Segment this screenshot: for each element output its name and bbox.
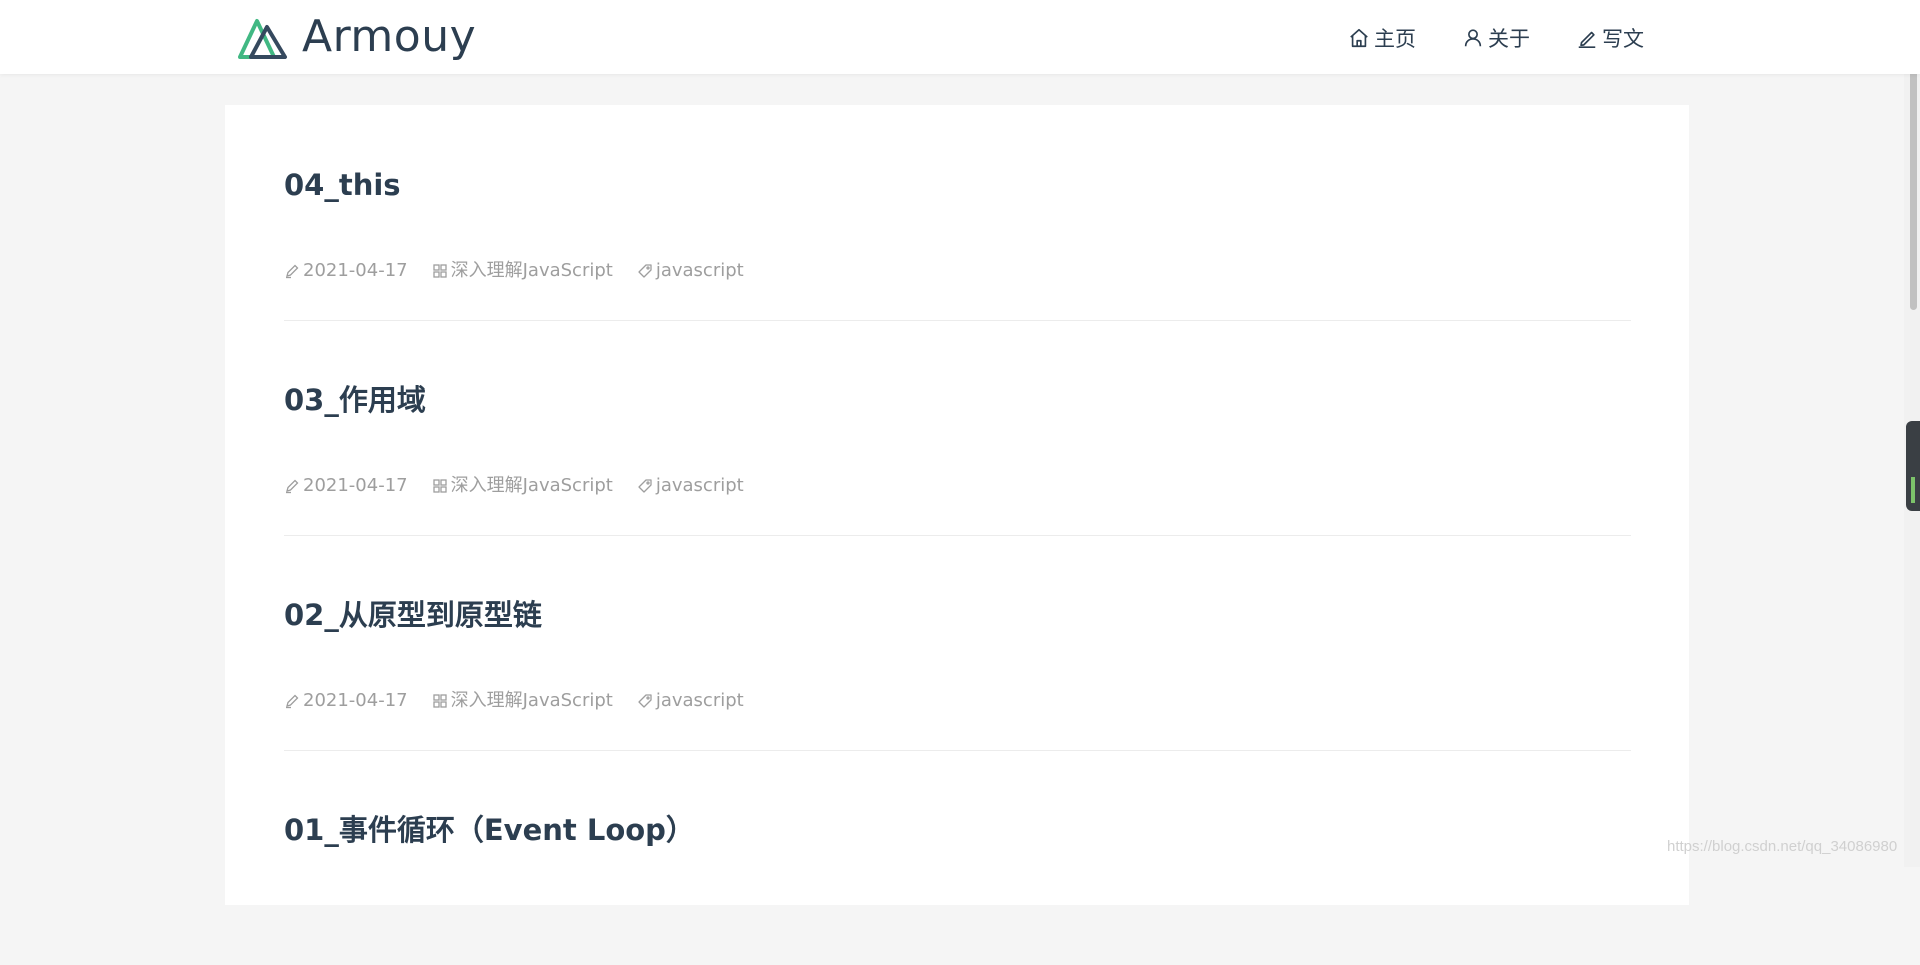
edit-icon bbox=[1578, 31, 1596, 48]
nav-about-label: 关于 bbox=[1488, 27, 1530, 51]
site-title: Armouy bbox=[302, 11, 477, 62]
post-tag[interactable]: javascript bbox=[637, 260, 744, 282]
pen-icon bbox=[286, 479, 299, 494]
post-meta: 2021-04-17 深入理解JavaScript javascript bbox=[284, 475, 768, 497]
post-category[interactable]: 深入理解JavaScript bbox=[432, 260, 613, 282]
post-tag[interactable]: javascript bbox=[637, 475, 744, 497]
post-category-text: 深入理解JavaScript bbox=[450, 260, 613, 281]
post-tag[interactable]: javascript bbox=[637, 690, 744, 712]
nav-home-label: 主页 bbox=[1374, 27, 1416, 51]
category-grid-icon bbox=[432, 264, 447, 278]
post-date-text: 2021-04-17 bbox=[303, 690, 408, 711]
post-item: 02_从原型到原型链 2021-04-17 深入理解JavaScript jav… bbox=[284, 535, 1631, 751]
post-title[interactable]: 01_事件循环（Event Loop） bbox=[284, 812, 695, 848]
site-logo[interactable]: Armouy bbox=[237, 12, 476, 62]
post-category-text: 深入理解JavaScript bbox=[450, 475, 613, 496]
post-tag-text: javascript bbox=[655, 260, 744, 281]
post-category[interactable]: 深入理解JavaScript bbox=[432, 690, 613, 712]
post-list: 04_this 2021-04-17 深入理解JavaScript javasc… bbox=[225, 105, 1689, 905]
category-grid-icon bbox=[432, 694, 447, 708]
post-title[interactable]: 02_从原型到原型链 bbox=[284, 597, 542, 633]
post-item: 01_事件循环（Event Loop） bbox=[284, 750, 1631, 965]
nav-about[interactable]: 关于 bbox=[1462, 23, 1530, 53]
site-header: Armouy 主页 关于 写文 bbox=[0, 0, 1920, 74]
home-icon bbox=[1350, 28, 1368, 48]
tag-icon bbox=[638, 479, 652, 493]
post-meta: 2021-04-17 深入理解JavaScript javascript bbox=[284, 690, 768, 712]
tag-icon bbox=[638, 264, 652, 278]
post-item: 04_this 2021-04-17 深入理解JavaScript javasc… bbox=[284, 105, 1631, 321]
nav-home[interactable]: 主页 bbox=[1348, 23, 1416, 53]
side-widget-bar bbox=[1911, 477, 1915, 503]
user-icon bbox=[1464, 29, 1482, 47]
post-date: 2021-04-17 bbox=[284, 260, 408, 282]
post-title[interactable]: 04_this bbox=[284, 167, 401, 203]
pen-icon bbox=[286, 694, 299, 709]
nav-write[interactable]: 写文 bbox=[1576, 23, 1644, 53]
post-date: 2021-04-17 bbox=[284, 475, 408, 497]
post-tag-text: javascript bbox=[655, 690, 744, 711]
side-widget-tab[interactable] bbox=[1906, 421, 1920, 511]
pen-icon bbox=[286, 264, 299, 279]
post-date-text: 2021-04-17 bbox=[303, 475, 408, 496]
post-tag-text: javascript bbox=[655, 475, 744, 496]
main-nav: 主页 关于 写文 bbox=[1348, 22, 1644, 54]
post-category-text: 深入理解JavaScript bbox=[450, 690, 613, 711]
logo-mark-icon bbox=[238, 18, 287, 59]
post-date-text: 2021-04-17 bbox=[303, 260, 408, 281]
post-item: 03_作用域 2021-04-17 深入理解JavaScript javascr… bbox=[284, 320, 1631, 536]
tag-icon bbox=[638, 694, 652, 708]
post-title[interactable]: 03_作用域 bbox=[284, 382, 426, 418]
post-category[interactable]: 深入理解JavaScript bbox=[432, 475, 613, 497]
watermark: https://blog.csdn.net/qq_34086980 bbox=[1667, 838, 1898, 855]
category-grid-icon bbox=[432, 479, 447, 493]
post-meta: 2021-04-17 深入理解JavaScript javascript bbox=[284, 260, 768, 282]
post-date: 2021-04-17 bbox=[284, 690, 408, 712]
nav-write-label: 写文 bbox=[1602, 27, 1644, 51]
